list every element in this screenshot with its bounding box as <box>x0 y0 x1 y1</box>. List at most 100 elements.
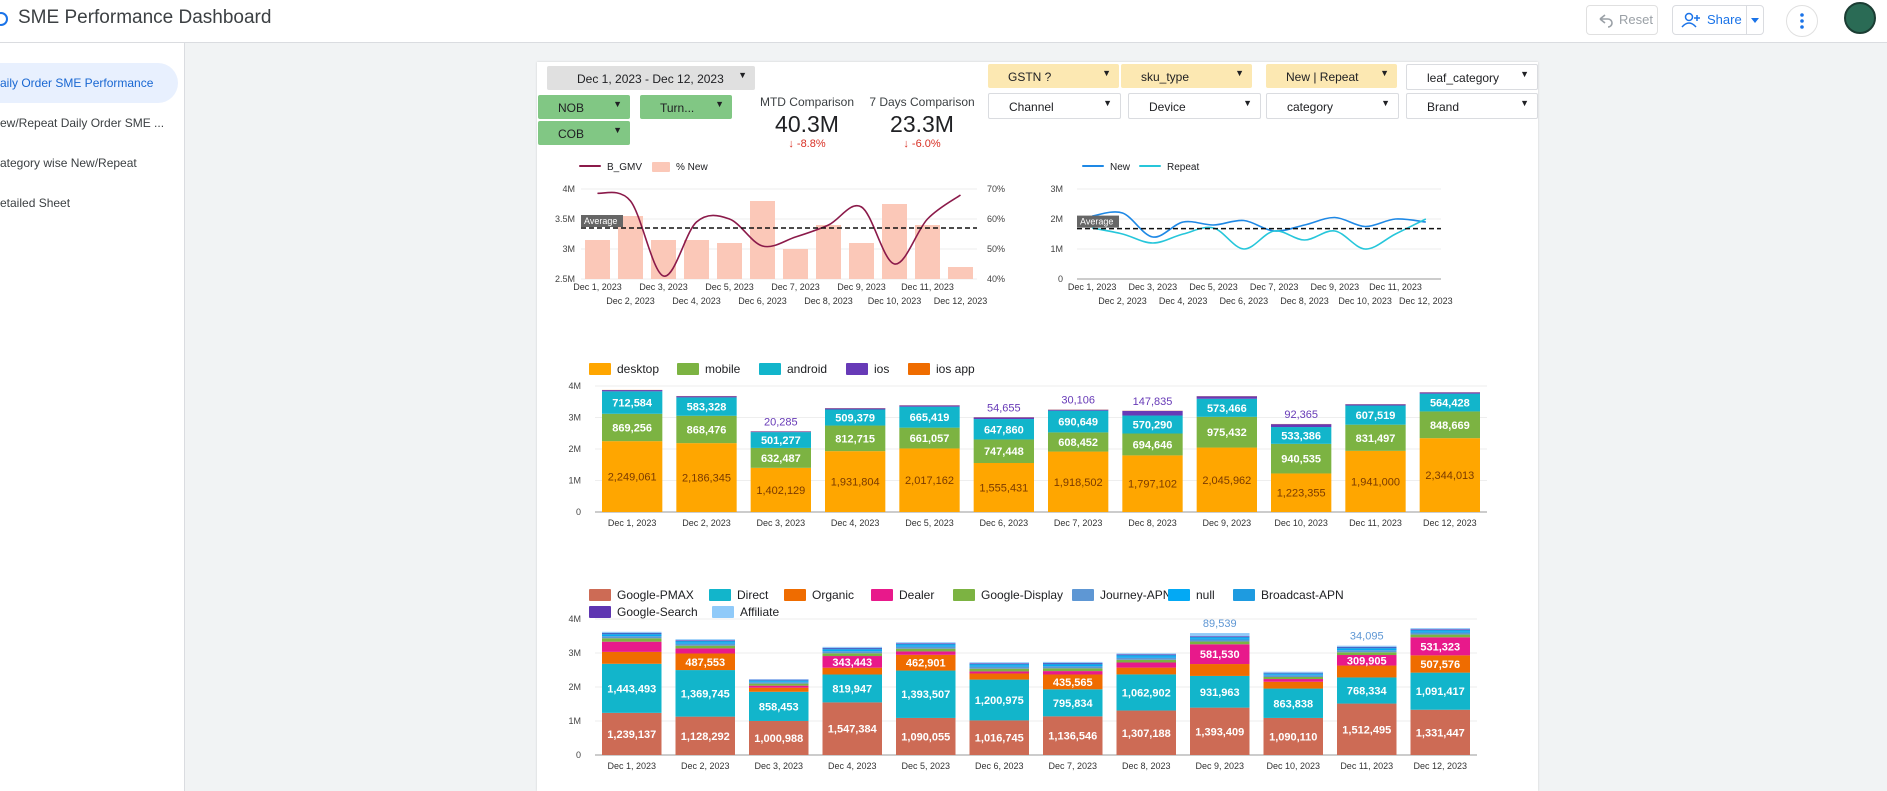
stacked-bar-segment <box>1190 638 1250 640</box>
stacked-bar-segment <box>602 631 662 633</box>
data-label: 309,905 <box>1347 655 1387 667</box>
new-repeat-filter[interactable]: New | Repeat ▼ <box>1266 64 1397 88</box>
legend-item: ios app <box>908 362 975 376</box>
gstn-filter[interactable]: GSTN ? ▼ <box>988 64 1119 88</box>
sidebar-item-category[interactable]: ategory wise New/Repeat <box>0 143 178 183</box>
stacked-bar-segment <box>1337 645 1397 647</box>
device-filter[interactable]: Device ▼ <box>1128 93 1261 119</box>
y-tick-label: 0 <box>1058 274 1063 284</box>
stacked-bar-segment <box>822 653 882 657</box>
legend-swatch <box>589 589 611 601</box>
y-tick-label: 1M <box>1050 244 1063 254</box>
category-filter-label: category <box>1287 100 1334 114</box>
sidebar-item-daily-order[interactable]: aily Order SME Performance <box>0 63 178 103</box>
cob-filter-label: COB <box>558 127 585 141</box>
more-options-button[interactable] <box>1786 5 1818 37</box>
legend-label: Broadcast-APN <box>1261 588 1344 602</box>
stacked-bar-segment <box>969 666 1029 669</box>
sku-type-filter-label: sku_type <box>1141 70 1190 84</box>
data-label: 435,565 <box>1053 677 1093 689</box>
nob-filter[interactable]: NOB ▼ <box>538 95 630 119</box>
legend-item: Organic <box>784 588 854 602</box>
more-vert-icon <box>1800 13 1804 29</box>
device-stacked-chart: 0 1M 2M 3M 4M 2,249,061 869,256 712,584 Dec 1, 2… <box>568 381 1487 528</box>
leaf-category-filter[interactable]: leaf_category ▼ <box>1406 64 1538 90</box>
data-label: 931,963 <box>1200 687 1240 699</box>
stacked-bar-segment <box>1263 672 1323 674</box>
data-label: 831,497 <box>1356 433 1396 445</box>
stacked-bar-segment <box>1337 648 1397 651</box>
data-label: 1,547,384 <box>828 724 878 736</box>
new-share-bar <box>882 204 907 279</box>
data-label: 1,200,975 <box>975 695 1024 707</box>
channel-filter[interactable]: Channel ▼ <box>988 93 1121 119</box>
seven-day-comparison-value: 23.3M <box>890 111 954 137</box>
stacked-bar-segment <box>749 680 809 682</box>
x-tick-label: Dec 9, 2023 <box>837 282 886 292</box>
stacked-bar-segment <box>1043 663 1103 665</box>
legend-item: ios <box>846 362 889 376</box>
category-filter[interactable]: category ▼ <box>1266 93 1399 119</box>
data-label: 1,239,137 <box>607 729 656 741</box>
x-tick-label: Dec 12, 2023 <box>1399 296 1453 306</box>
repeat-line <box>1092 218 1427 250</box>
stacked-bar-segment <box>675 648 735 654</box>
new-share-bar <box>948 267 973 279</box>
stacked-bar-segment <box>749 687 809 692</box>
data-label: 768,334 <box>1347 686 1388 698</box>
y-tick-label: 2M <box>568 682 581 692</box>
stacked-bar-segment <box>969 663 1029 666</box>
y-tick-label: 3.5M <box>555 214 575 224</box>
x-tick-label: Dec 11, 2023 <box>1369 282 1422 292</box>
data-label: 573,466 <box>1207 403 1247 415</box>
x-tick-label: Dec 8, 2023 <box>1122 761 1171 771</box>
brand-filter[interactable]: Brand ▼ <box>1406 93 1538 119</box>
data-label: 509,379 <box>835 413 875 425</box>
legend-label: Dealer <box>899 588 935 602</box>
stacked-bar-segment <box>1190 664 1250 676</box>
stacked-bar-segment <box>675 639 735 641</box>
stacked-bar-segment <box>1043 671 1103 675</box>
data-label: 507,576 <box>1420 659 1460 671</box>
top-bar: SME Performance Dashboard Reset Share <box>0 0 1887 43</box>
stacked-bar-segment <box>969 663 1029 664</box>
legend-swatch <box>652 162 670 172</box>
data-label: 661,057 <box>910 433 950 445</box>
x-tick-label: Dec 3, 2023 <box>1129 282 1178 292</box>
legend-swatch <box>589 363 611 375</box>
x-tick-label: Dec 4, 2023 <box>828 761 877 771</box>
sidebar-item-detailed-sheet[interactable]: etailed Sheet <box>0 183 178 223</box>
stacked-bar-segment <box>896 645 956 647</box>
legend-item: mobile <box>677 362 740 376</box>
data-label: 1,016,745 <box>975 733 1024 745</box>
stacked-bar-segment <box>1410 632 1470 635</box>
cob-filter[interactable]: COB ▼ <box>538 121 630 145</box>
data-label: 868,476 <box>687 424 727 436</box>
sku-type-filter[interactable]: sku_type ▼ <box>1121 64 1252 88</box>
x-tick-label: Dec 4, 2023 <box>831 518 880 528</box>
date-range-control[interactable]: Dec 1, 2023 - Dec 12, 2023 ▼ <box>547 66 755 90</box>
data-label: 747,448 <box>984 446 1024 458</box>
stacked-bar-segment <box>602 633 662 635</box>
x-tick-label: Dec 1, 2023 <box>608 518 657 528</box>
share-button[interactable]: Share <box>1672 5 1747 35</box>
sidebar-item-new-repeat[interactable]: ew/Repeat Daily Order SME ... <box>0 103 178 143</box>
legend-label: android <box>787 362 828 376</box>
share-dropdown-button[interactable] <box>1746 5 1764 35</box>
legend-item: Journey-APN <box>1072 588 1171 602</box>
date-range-value: Dec 1, 2023 - Dec 12, 2023 <box>577 72 724 86</box>
stacked-bar-segment <box>896 643 956 644</box>
reset-button[interactable]: Reset <box>1586 5 1658 35</box>
legend-item: desktop <box>589 362 659 376</box>
data-label: 975,432 <box>1207 427 1247 439</box>
turnover-filter[interactable]: Turn... ▼ <box>640 95 732 119</box>
avatar[interactable] <box>1844 2 1876 34</box>
stacked-bar-segment <box>896 648 956 652</box>
legend-swatch <box>953 589 975 601</box>
stacked-bar-segment <box>1116 656 1176 658</box>
data-label: 795,834 <box>1053 698 1094 710</box>
y-tick-label-right: 40% <box>987 274 1005 284</box>
stacked-bar-segment <box>1271 424 1332 428</box>
stacked-bar-segment <box>676 396 737 398</box>
x-tick-label: Dec 7, 2023 <box>1054 518 1103 528</box>
